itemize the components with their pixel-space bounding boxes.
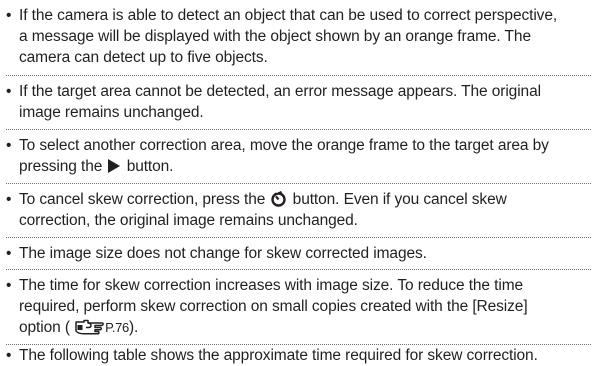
text-line: image remains unchanged.: [19, 104, 204, 121]
divider: [6, 237, 591, 238]
divider: [6, 269, 591, 270]
note-text: To cancel skew correction, press the but…: [19, 189, 592, 231]
divider: [6, 183, 591, 184]
bullet: •: [6, 7, 12, 24]
text-fragment: button.: [126, 158, 174, 175]
text-line: option ( P.76).: [19, 317, 592, 338]
text-line: pressing the button.: [19, 156, 592, 177]
text-fragment: ).: [129, 319, 139, 336]
text-fragment: To cancel skew correction, press the: [19, 191, 266, 208]
bullet: •: [6, 245, 12, 262]
text-line: To cancel skew correction, press the but…: [19, 189, 592, 210]
note-text: The following table shows the approximat…: [19, 345, 592, 366]
text-fragment: pressing the: [19, 158, 103, 175]
text-line: To select another correction area, move …: [19, 137, 549, 154]
bullet: •: [6, 347, 12, 364]
manual-page: • If the camera is able to detect an obj…: [0, 0, 597, 364]
divider: [6, 129, 591, 130]
text-line: If the target area cannot be detected, a…: [19, 83, 541, 100]
page-reference-hand-icon: [75, 319, 104, 335]
self-timer-icon: [271, 190, 287, 207]
note-text: If the camera is able to detect an objec…: [19, 5, 592, 68]
text-line: camera can detect up to five objects.: [19, 49, 268, 66]
page-reference[interactable]: P.76: [105, 320, 129, 335]
text-line: The following table shows the approximat…: [19, 347, 538, 364]
text-line: If the camera is able to detect an objec…: [19, 7, 558, 24]
text-fragment: button. Even if you cancel skew: [292, 191, 507, 208]
bullet: •: [6, 83, 12, 100]
note-text: The time for skew correction increases w…: [19, 275, 592, 338]
text-line: The time for skew correction increases w…: [19, 277, 524, 294]
text-line: a message will be displayed with the obj…: [19, 28, 531, 45]
text-fragment: option (: [19, 319, 70, 336]
bullet: •: [6, 137, 12, 154]
text-line: required, perform skew correction on sma…: [19, 298, 528, 315]
note-text: If the target area cannot be detected, a…: [19, 81, 592, 123]
bullet: •: [6, 277, 12, 294]
text-line: The image size does not change for skew …: [19, 245, 427, 262]
divider: [6, 75, 591, 76]
note-text: The image size does not change for skew …: [19, 243, 592, 264]
note-text: To select another correction area, move …: [19, 135, 592, 177]
play-right-triangle-icon: [108, 159, 121, 173]
text-line: correction, the original image remains u…: [19, 212, 358, 229]
bullet: •: [6, 191, 12, 208]
